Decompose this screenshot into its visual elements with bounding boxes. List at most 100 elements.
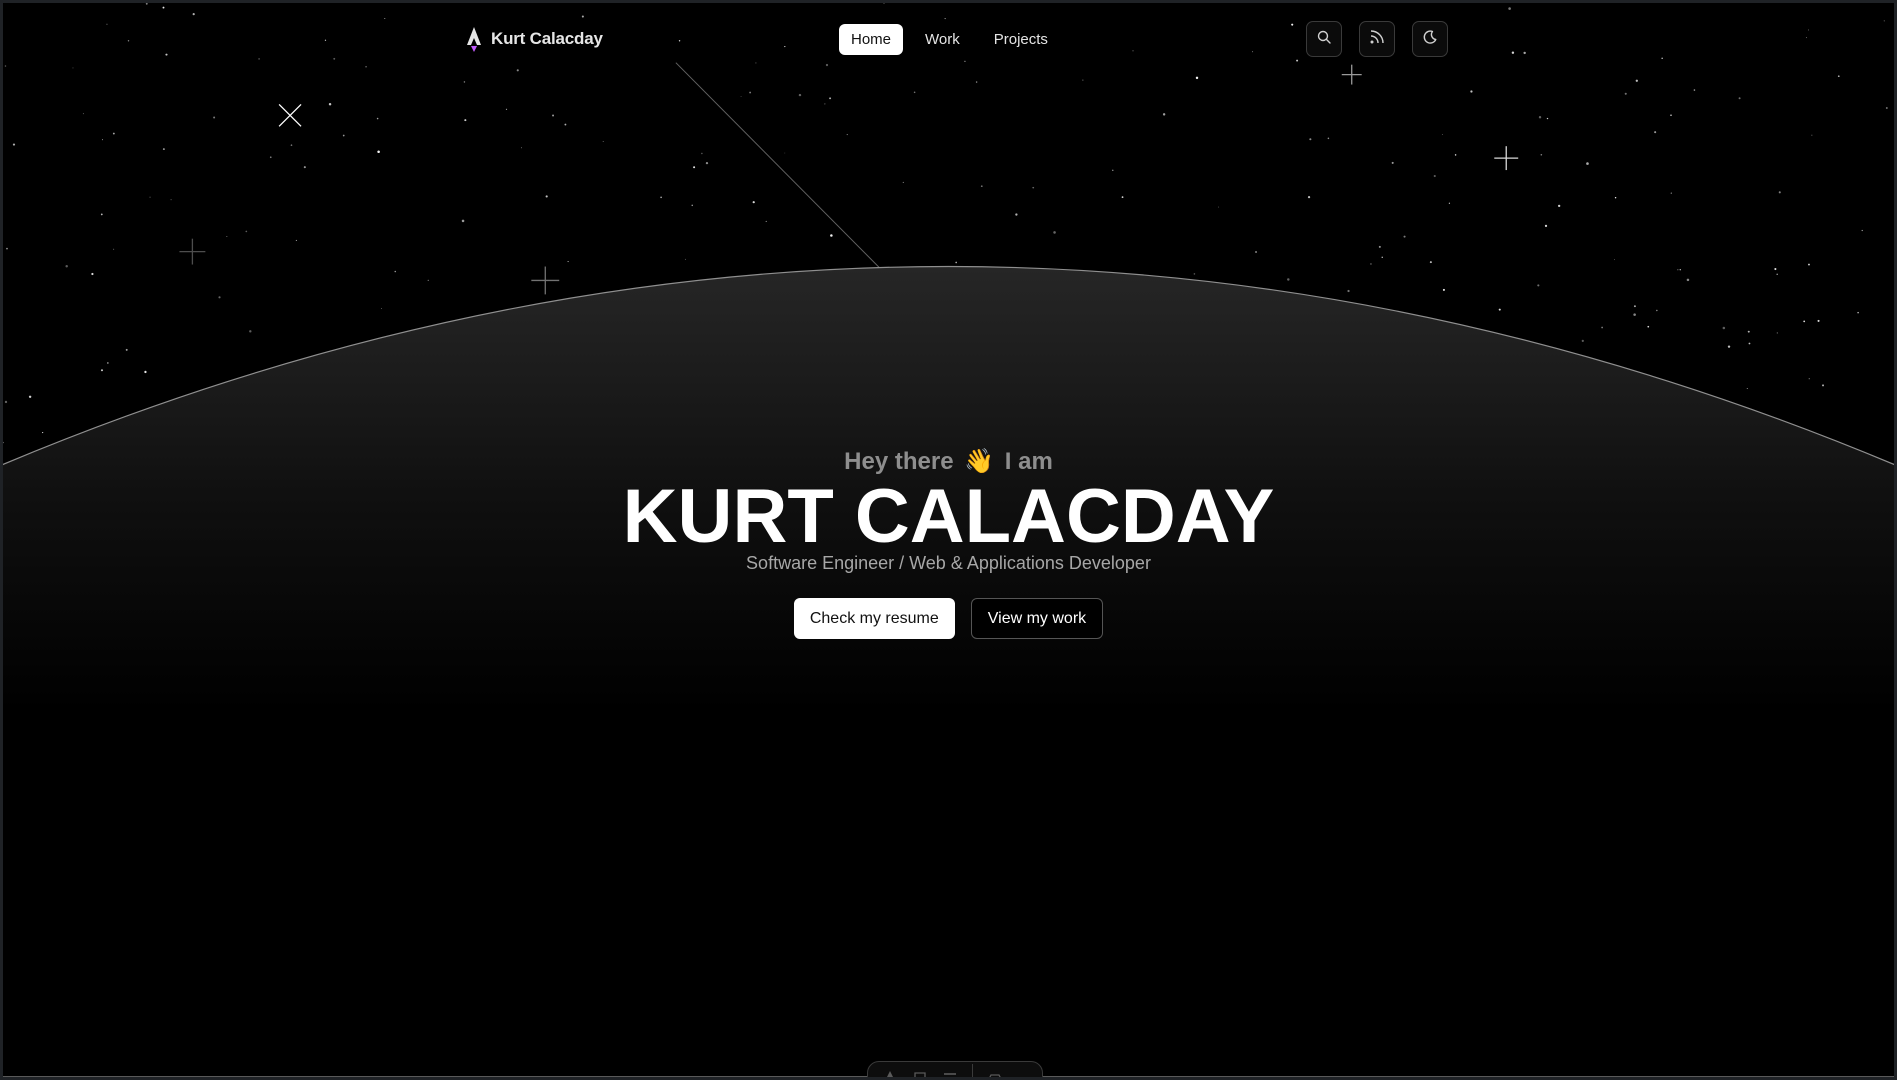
star — [516, 69, 519, 72]
star — [82, 113, 85, 115]
star — [602, 140, 604, 142]
star — [102, 139, 104, 141]
star — [1722, 326, 1726, 330]
star — [1557, 204, 1561, 208]
star — [824, 103, 826, 105]
star — [913, 91, 916, 94]
star — [902, 181, 904, 183]
star — [1635, 79, 1638, 82]
star — [1132, 50, 1134, 52]
star — [1633, 313, 1636, 316]
star — [975, 81, 978, 83]
star — [1193, 273, 1196, 275]
dock-sign-button[interactable] — [912, 1070, 928, 1077]
star — [1296, 59, 1299, 62]
star — [394, 270, 397, 273]
nav-work[interactable]: Work — [913, 24, 972, 55]
star — [749, 91, 752, 94]
star — [1429, 261, 1432, 264]
dock-home-button[interactable] — [882, 1070, 898, 1077]
star — [1523, 51, 1526, 55]
star — [112, 132, 115, 135]
dock-divider — [972, 1064, 973, 1077]
star — [269, 156, 272, 159]
star — [213, 116, 216, 119]
star — [1370, 263, 1372, 265]
star — [1693, 89, 1696, 91]
star — [4, 400, 8, 404]
star — [113, 248, 115, 250]
star — [1614, 259, 1615, 261]
star — [1581, 339, 1584, 343]
star — [1817, 319, 1820, 322]
check-resume-button[interactable]: Check my resume — [793, 598, 955, 639]
star — [295, 239, 297, 242]
star — [1661, 57, 1663, 59]
dock-minus-button[interactable] — [942, 1070, 958, 1077]
nav-home[interactable]: Home — [839, 23, 904, 55]
star — [145, 3, 148, 5]
sparkle-star — [1341, 64, 1362, 85]
nav-projects[interactable]: Projects — [982, 24, 1060, 55]
planet-horizon — [3, 266, 1894, 1077]
star — [1498, 308, 1501, 311]
star — [6, 247, 8, 250]
brand[interactable]: Kurt Calacday — [463, 25, 603, 53]
star — [1121, 196, 1124, 199]
star — [1381, 256, 1383, 258]
star — [1774, 267, 1777, 271]
star — [1776, 332, 1778, 334]
star — [1287, 278, 1290, 281]
star — [1747, 330, 1750, 333]
star — [1677, 269, 1679, 271]
dock-car-button[interactable] — [987, 1070, 1003, 1077]
star — [1656, 309, 1658, 312]
star — [701, 152, 703, 155]
star — [1861, 229, 1863, 232]
star — [980, 185, 983, 188]
star — [1015, 213, 1018, 216]
star — [192, 13, 195, 16]
star — [100, 369, 104, 372]
star — [12, 143, 16, 146]
star — [226, 236, 228, 237]
sparkle-star — [179, 238, 206, 265]
star — [165, 53, 168, 56]
star — [125, 348, 128, 351]
star — [1727, 345, 1731, 348]
star — [28, 395, 32, 399]
star — [1586, 162, 1589, 165]
star — [1614, 196, 1617, 199]
star — [1307, 196, 1311, 199]
star — [1511, 51, 1515, 54]
star — [380, 307, 383, 310]
star — [324, 39, 327, 41]
rss-button[interactable] — [1359, 21, 1395, 57]
main-nav: Home Work Projects — [839, 23, 1060, 55]
star — [106, 23, 108, 25]
star — [1454, 154, 1457, 156]
star — [567, 260, 569, 263]
star — [461, 219, 465, 223]
star — [376, 117, 379, 120]
star — [162, 6, 165, 9]
star — [1746, 387, 1748, 389]
star — [846, 134, 848, 136]
starfield-background — [3, 3, 1894, 1077]
theme-toggle-button[interactable] — [1412, 21, 1448, 57]
toolbar — [1306, 21, 1448, 57]
star — [581, 15, 584, 18]
star — [964, 60, 966, 62]
star — [1544, 224, 1548, 227]
star — [740, 95, 742, 97]
star — [1654, 131, 1657, 134]
star — [290, 144, 293, 146]
view-work-button[interactable]: View my work — [970, 598, 1104, 639]
star — [520, 147, 522, 149]
star — [1441, 134, 1443, 135]
star — [705, 161, 709, 165]
star — [752, 201, 755, 204]
star — [1778, 191, 1781, 194]
search-button[interactable] — [1306, 21, 1342, 57]
star — [1803, 320, 1806, 323]
